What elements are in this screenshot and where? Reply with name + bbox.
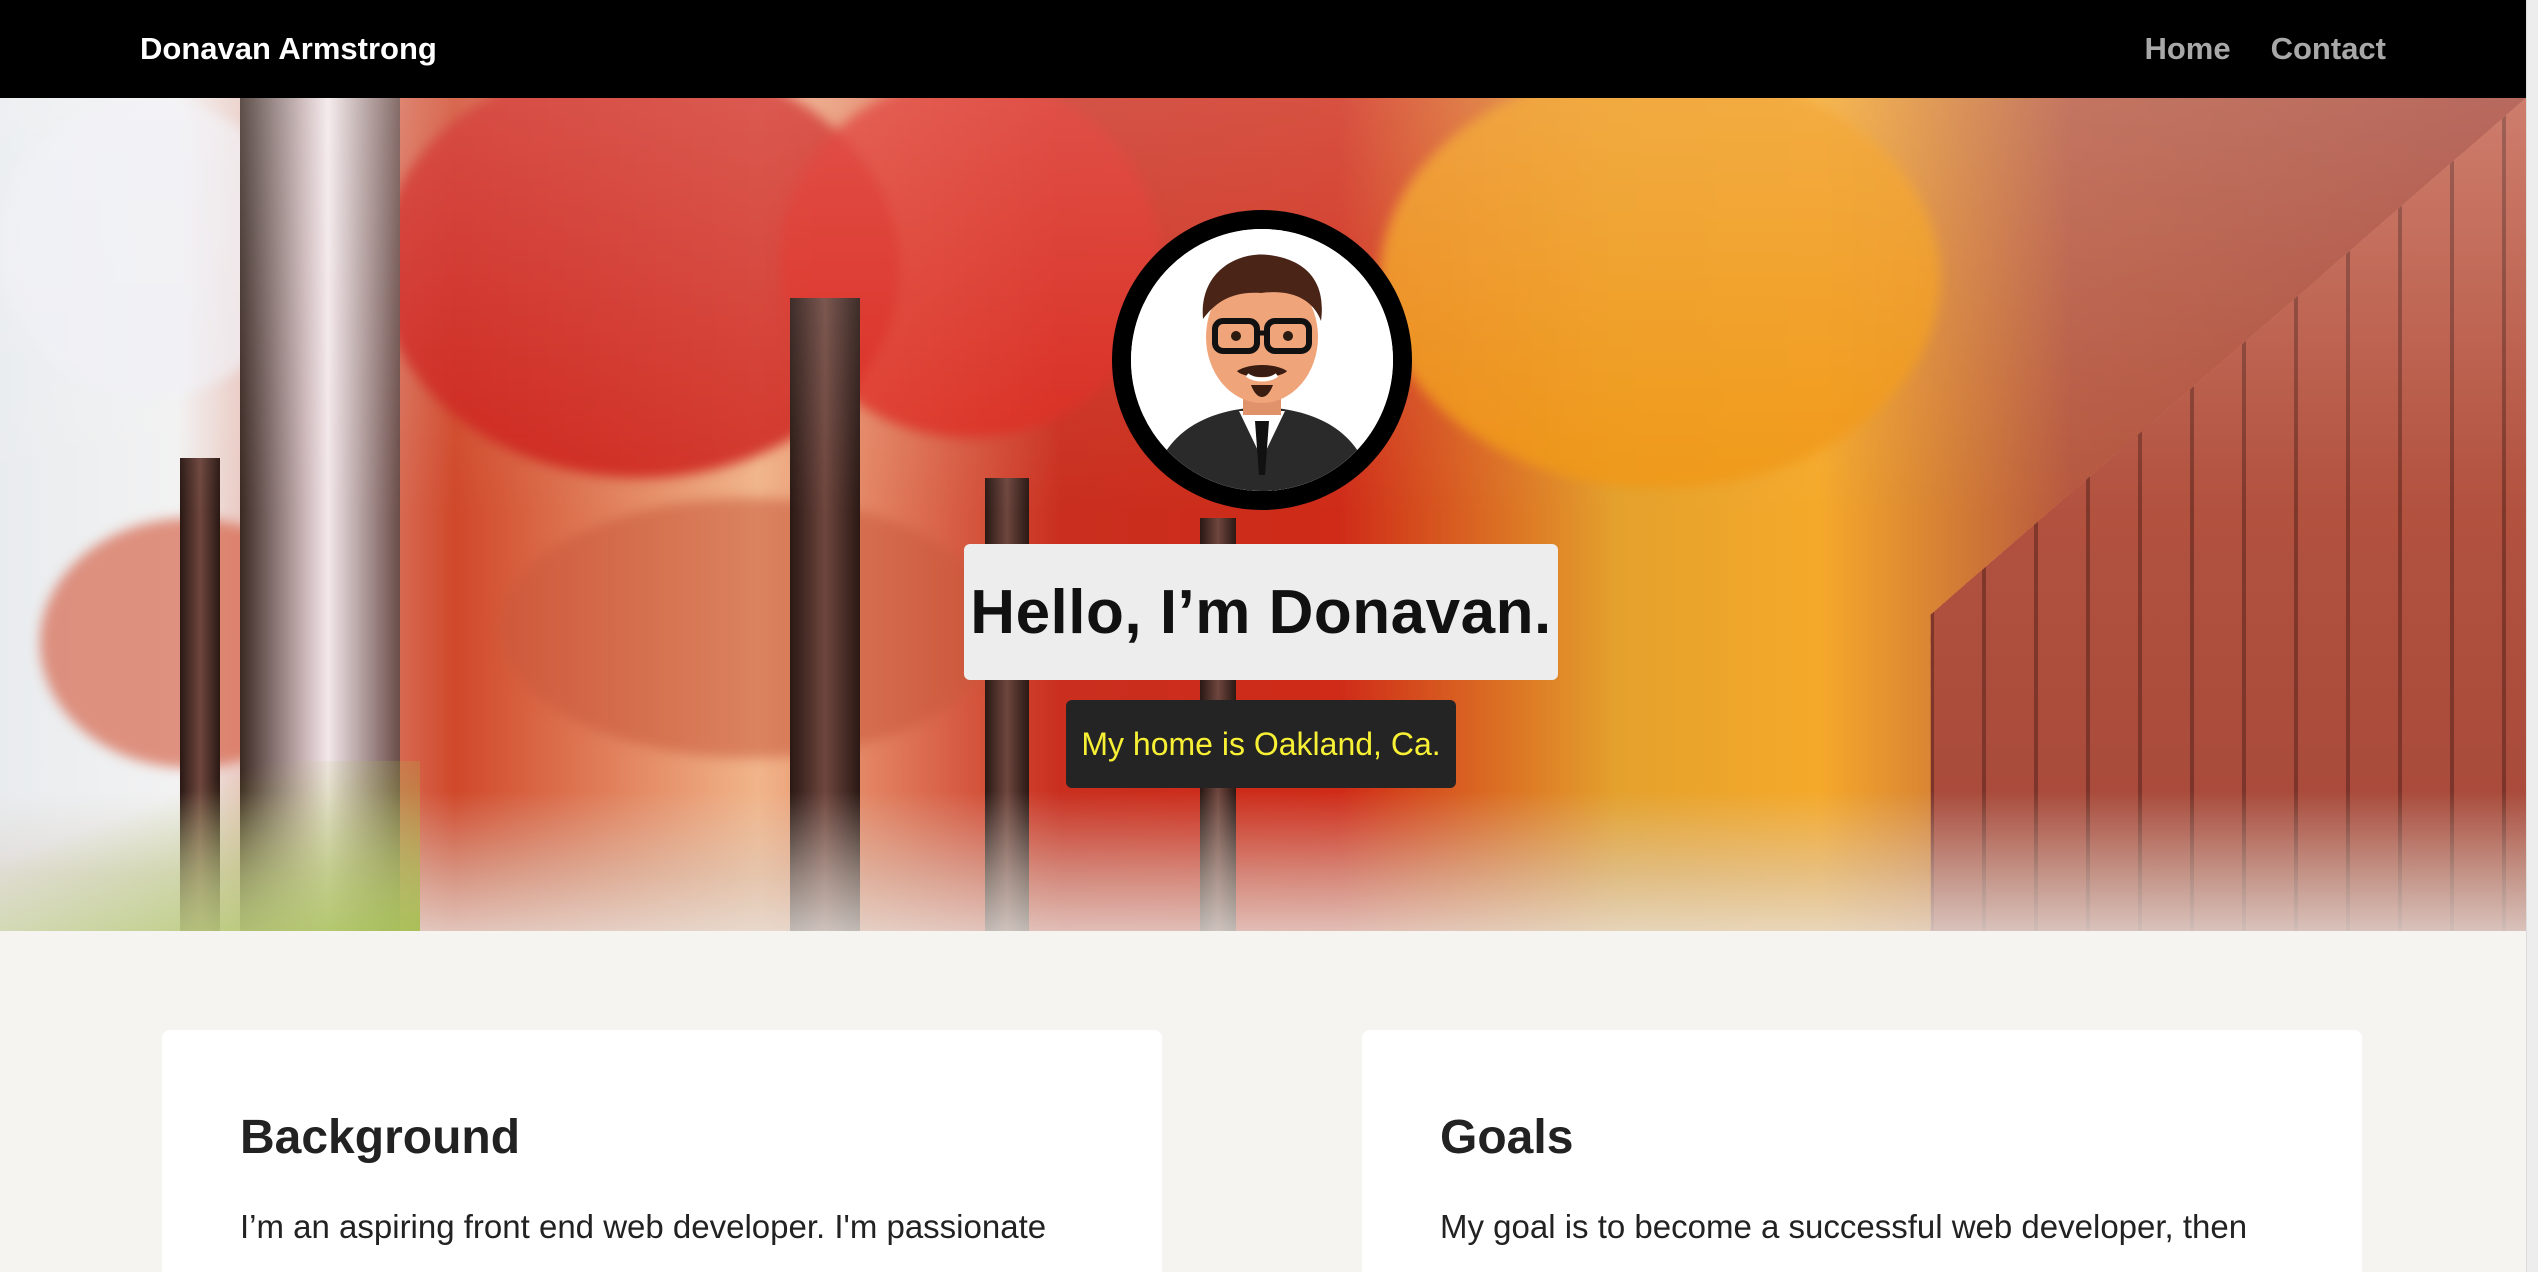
hero-subtitle-box: My home is Oakland, Ca. [1066, 700, 1456, 788]
cartoon-portrait-icon [1131, 229, 1393, 491]
goals-card: Goals My goal is to become a successful … [1362, 1030, 2362, 1272]
background-card-title: Background [240, 1111, 521, 1164]
nav-home-link[interactable]: Home [2144, 31, 2230, 67]
page-scrollbar[interactable] [2526, 0, 2538, 1272]
hero-banner: Hello, I’m Donavan. My home is Oakland, … [0, 98, 2526, 931]
nav-contact-link[interactable]: Contact [2271, 31, 2386, 67]
goals-card-title: Goals [1440, 1111, 1574, 1164]
background-card-text: I’m an aspiring front end web developer.… [240, 1208, 1047, 1245]
nav-links: Home Contact [2144, 31, 2386, 67]
hero-title: Hello, I’m Donavan. [970, 577, 1552, 647]
goals-card-text: My goal is to become a successful web de… [1440, 1208, 2248, 1245]
background-card: Background I’m an aspiring front end web… [162, 1030, 1162, 1272]
hero-title-box: Hello, I’m Donavan. [964, 544, 1558, 680]
hero-subtitle: My home is Oakland, Ca. [1081, 725, 1441, 762]
profile-avatar [1112, 210, 1412, 510]
brand-link[interactable]: Donavan Armstrong [140, 31, 437, 67]
top-navbar: Donavan Armstrong Home Contact [0, 0, 2526, 98]
